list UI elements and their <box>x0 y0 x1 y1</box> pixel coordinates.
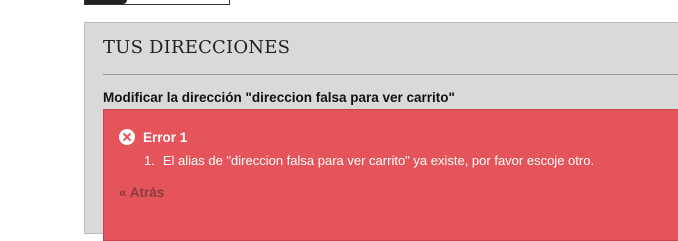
top-partial-button[interactable] <box>84 0 230 5</box>
top-partial-button-fill <box>85 0 127 4</box>
title-divider <box>103 74 678 75</box>
alert-title: Error 1 <box>143 129 188 145</box>
error-list: 1. El alias de "direccion falsa para ver … <box>144 153 594 168</box>
error-number: 1. <box>144 153 155 168</box>
error-message: El alias de "direccion falsa para ver ca… <box>162 153 595 168</box>
back-link[interactable]: « Atrás <box>119 185 164 200</box>
error-x-icon <box>119 129 135 145</box>
error-alert: Error 1 1. El alias de "direccion falsa p… <box>103 109 678 241</box>
list-item: 1. El alias de "direccion falsa para ver … <box>144 153 594 168</box>
alert-header: Error 1 <box>119 129 187 145</box>
edit-address-subtitle: Modificar la dirección "direccion falsa … <box>103 90 455 105</box>
page-title: TUS DIRECCIONES <box>103 37 291 58</box>
addresses-panel: TUS DIRECCIONES Modificar la dirección "… <box>84 22 678 241</box>
